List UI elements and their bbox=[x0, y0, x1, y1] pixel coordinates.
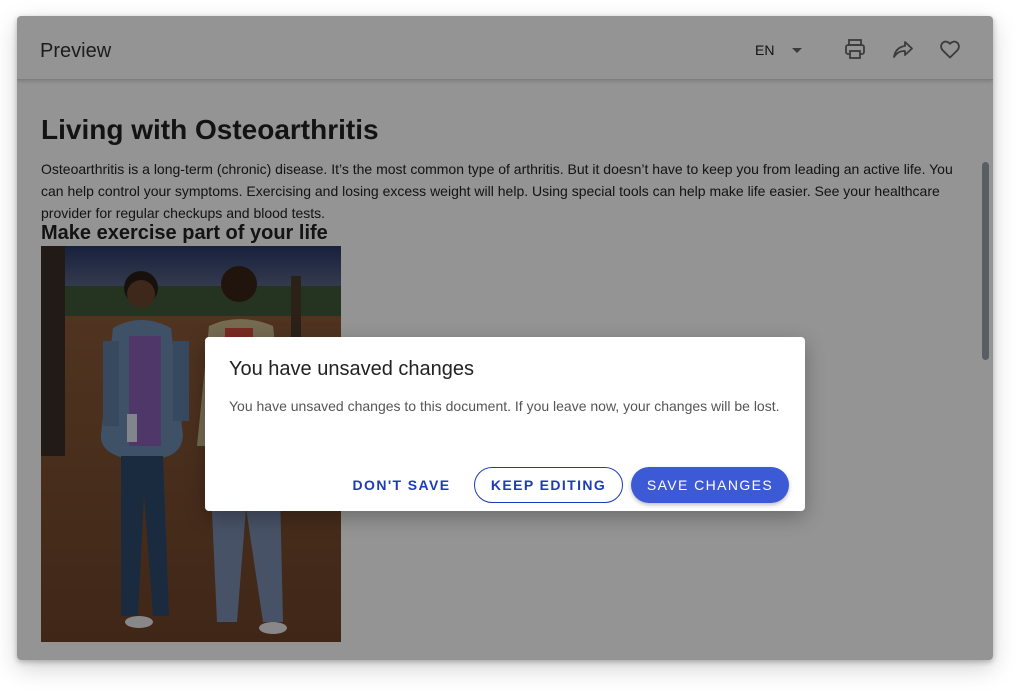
dialog-title: You have unsaved changes bbox=[229, 358, 475, 380]
save-changes-button[interactable]: Save changes bbox=[631, 467, 789, 503]
unsaved-changes-dialog: You have unsaved changes You have unsave… bbox=[205, 337, 805, 511]
keep-editing-button[interactable]: Keep editing bbox=[474, 467, 623, 503]
dont-save-button[interactable]: Don't save bbox=[345, 467, 458, 503]
dialog-message: You have unsaved changes to this documen… bbox=[229, 398, 780, 414]
